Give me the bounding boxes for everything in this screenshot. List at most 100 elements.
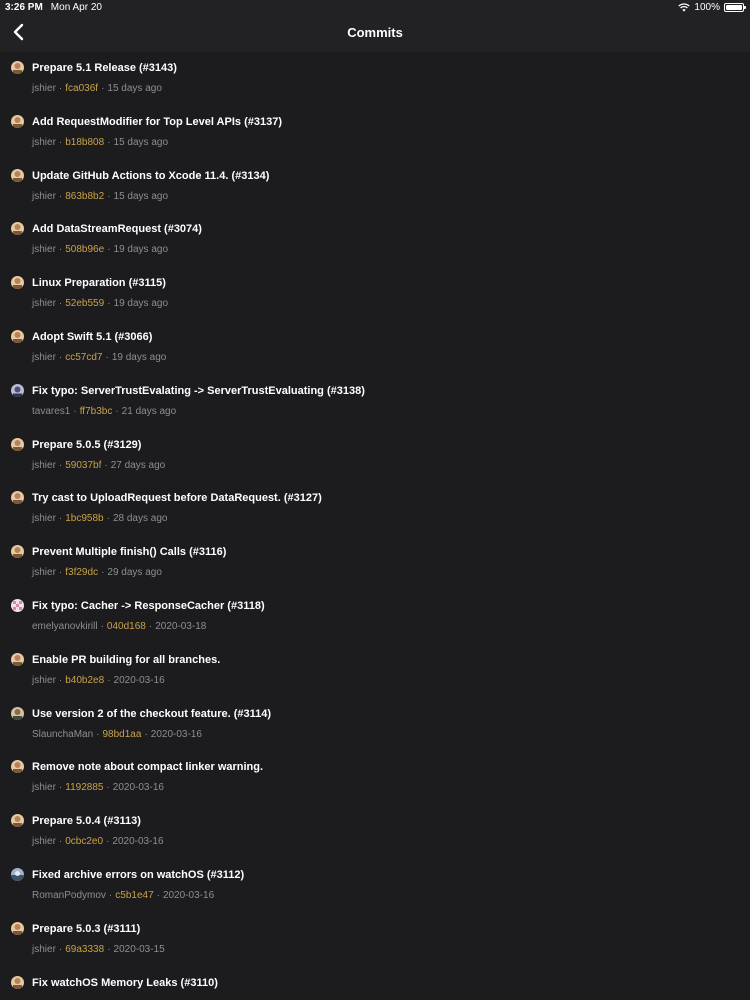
commit-sha: 863b8b2 (65, 190, 105, 202)
avatar (11, 61, 24, 74)
commit-title: Prevent Multiple finish() Calls (#3116) (32, 546, 227, 559)
commit-meta: SlaunchaMan · 98bd1aa · 2020-03-16 (32, 729, 202, 740)
commit-sha: fca036f (65, 83, 99, 94)
avatar (11, 545, 24, 559)
commit-title: Prepare 5.0.3 (#3111) (32, 922, 141, 935)
meta-separator: · (58, 674, 63, 686)
commit-row[interactable]: Prevent Multiple finish() Calls (#3116) … (0, 536, 750, 590)
meta-separator: · (106, 836, 110, 848)
commit-meta: jshier · fca036f · 15 days ago (32, 83, 162, 94)
commit-meta: emelyanovkirill · 040d168 · 2020-03-18 (32, 621, 206, 632)
commit-row[interactable]: Fixed archive errors on watchOS (#3112) … (0, 859, 750, 913)
avatar (11, 706, 24, 720)
meta-separator: · (58, 190, 63, 202)
commit-author: jshier (32, 190, 56, 202)
commit-author: jshier (32, 674, 56, 686)
commit-title: Fix typo: ServerTrustEvalating -> Server… (32, 384, 365, 397)
commit-author: jshier (32, 782, 56, 794)
status-right: 100% (678, 2, 746, 13)
avatar (11, 598, 24, 612)
commit-sha: ff7b3bc (79, 405, 113, 417)
commit-date: 2020-03-16 (162, 889, 215, 901)
commit-row[interactable]: Adopt Swift 5.1 (#3066) jshier · cc57cd7 · 1… (0, 321, 750, 375)
commit-row[interactable]: Remove note about compact linker warning… (0, 751, 750, 805)
meta-separator: · (106, 782, 110, 794)
battery-icon (724, 3, 746, 12)
commit-sha: 1192885 (65, 782, 104, 794)
commit-row[interactable]: Prepare 5.0.3 (#3111) jshier · 69a3338 · 202… (0, 913, 750, 967)
commit-meta: jshier · 1192885 · 2020-03-16 (32, 782, 164, 793)
avatar (11, 491, 24, 505)
meta-separator: · (58, 513, 63, 525)
commit-row[interactable]: Add DataStreamRequest (#3074) jshier · 508… (0, 213, 750, 267)
avatar (11, 168, 24, 182)
commit-row[interactable]: Linux Preparation (#3115) jshier · 52eb559… (0, 267, 750, 321)
avatar (11, 329, 24, 343)
commit-row[interactable]: Fix typo: Cacher -> ResponseCacher (#311… (0, 590, 750, 644)
battery-percent: 100% (694, 2, 720, 13)
page-title: Commits (347, 25, 403, 40)
meta-separator: · (106, 513, 110, 525)
commit-author: jshier (32, 244, 56, 256)
commit-row[interactable]: Try cast to UploadRequest before DataReq… (0, 482, 750, 536)
commit-title: Prepare 5.0.4 (#3113) (32, 815, 141, 828)
meta-separator: · (108, 889, 113, 901)
commit-row[interactable]: Use version 2 of the checkout feature. (… (0, 698, 750, 752)
commit-author: jshier (32, 351, 56, 363)
commit-row[interactable]: Prepare 5.1 Release (#3143) jshier · fca03… (0, 52, 750, 106)
meta-separator: · (115, 405, 119, 417)
commit-row[interactable]: Enable PR building for all branches. jsh… (0, 644, 750, 698)
meta-separator: · (58, 567, 63, 579)
commit-sha: b18b808 (65, 136, 105, 148)
commit-author: jshier (32, 298, 56, 310)
commit-title: Adopt Swift 5.1 (#3066) (32, 330, 153, 343)
commit-title: Add DataStreamRequest (#3074) (32, 223, 202, 236)
commit-meta: jshier · f3f29dc · 29 days ago (32, 567, 162, 578)
meta-separator: · (144, 728, 148, 740)
commit-title: Try cast to UploadRequest before DataReq… (32, 492, 322, 505)
status-date: Mon Apr 20 (50, 2, 102, 13)
commit-date: 19 days ago (111, 351, 167, 363)
commit-title: Prepare 5.0.5 (#3129) (32, 438, 142, 451)
commit-sha: 508b96e (65, 244, 105, 256)
commit-row[interactable]: Fix watchOS Memory Leaks (#3110) (0, 967, 750, 1000)
meta-separator: · (58, 244, 63, 256)
commit-meta: jshier · cc57cd7 · 19 days ago (32, 352, 166, 363)
commit-date: 21 days ago (121, 405, 177, 417)
commit-row[interactable]: Update GitHub Actions to Xcode 11.4. (#3… (0, 160, 750, 214)
commit-row[interactable]: Fix typo: ServerTrustEvalating -> Server… (0, 375, 750, 429)
meta-separator: · (58, 836, 63, 848)
commit-date: 28 days ago (112, 513, 168, 525)
commit-sha: 59037bf (65, 459, 102, 471)
commit-meta: jshier · 863b8b2 · 15 days ago (32, 191, 168, 202)
commit-row[interactable]: Prepare 5.0.5 (#3129) jshier · 59037bf · 27 … (0, 429, 750, 483)
commit-sha: 69a3338 (65, 943, 105, 955)
commit-author: emelyanovkirill (32, 620, 98, 632)
meta-separator: · (100, 620, 104, 632)
commit-list[interactable]: Prepare 5.1 Release (#3143) jshier · fca03… (0, 52, 750, 1000)
meta-separator: · (58, 943, 63, 955)
commit-title: Linux Preparation (#3115) (32, 277, 166, 290)
avatar (11, 652, 24, 666)
commit-meta: jshier · 59037bf · 27 days ago (32, 460, 165, 471)
meta-separator: · (105, 351, 109, 363)
avatar (11, 437, 24, 451)
meta-separator: · (58, 782, 63, 794)
meta-separator: · (104, 459, 108, 471)
commit-date: 2020-03-16 (112, 782, 164, 794)
commit-meta: jshier · 52eb559 · 19 days ago (32, 298, 168, 309)
commit-row[interactable]: Prepare 5.0.4 (#3113) jshier · 0cbc2e0 · 202… (0, 805, 750, 859)
commit-date: 19 days ago (113, 298, 169, 310)
meta-separator: · (148, 620, 153, 632)
commit-sha: c5b1e47 (115, 889, 154, 901)
commit-author: jshier (32, 136, 56, 148)
commit-row[interactable]: Add RequestModifier for Top Level APIs (… (0, 106, 750, 160)
commit-date: 2020-03-18 (155, 620, 207, 632)
commit-title: Remove note about compact linker warning… (32, 761, 264, 774)
commit-title: Update GitHub Actions to Xcode 11.4. (#3… (32, 169, 270, 182)
commit-title: Add RequestModifier for Top Level APIs (… (32, 115, 282, 128)
commit-author: jshier (32, 836, 56, 848)
commit-meta: jshier · 69a3338 · 2020-03-15 (32, 944, 165, 955)
commit-date: 15 days ago (113, 136, 169, 148)
commit-meta: RomanPodymov · c5b1e47 · 2020-03-16 (32, 890, 214, 901)
